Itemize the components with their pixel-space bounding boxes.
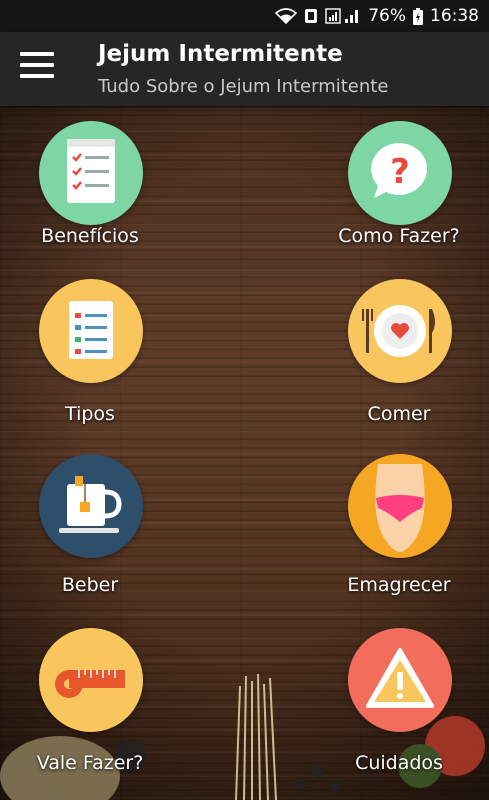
wifi-icon xyxy=(275,8,298,24)
menu-item-label: Comer xyxy=(367,403,431,425)
menu-item-label: Cuidados xyxy=(355,752,443,774)
hips-icon xyxy=(348,454,452,558)
measuring-tape-icon xyxy=(39,628,143,732)
menu-item-beneficios[interactable]: Benefícios xyxy=(5,121,175,271)
menu-item-tipos[interactable]: Tipos xyxy=(5,279,175,429)
status-bar: 76% 16:38 xyxy=(0,0,489,32)
menu-item-label: Emagrecer xyxy=(347,574,451,596)
plate-cutlery-icon xyxy=(348,279,452,383)
checklist-icon xyxy=(39,121,143,225)
signal-icon xyxy=(325,8,361,24)
hamburger-menu-icon[interactable] xyxy=(20,52,54,86)
app-title: Jejum Intermitente xyxy=(98,41,343,67)
tea-mug-icon xyxy=(39,454,143,558)
svg-text:?: ? xyxy=(390,152,410,192)
warning-icon xyxy=(348,628,452,732)
battery-percentage: 76% xyxy=(368,6,406,26)
menu-item-beber[interactable]: Beber xyxy=(5,454,175,604)
menu-item-label: Como Fazer? xyxy=(338,225,460,247)
clock: 16:38 xyxy=(430,6,479,26)
menu-item-emagrecer[interactable]: Emagrecer xyxy=(314,454,484,604)
app-subtitle: Tudo Sobre o Jejum Intermitente xyxy=(98,76,389,97)
app-bar: Jejum Intermitente Tudo Sobre o Jejum In… xyxy=(0,32,489,106)
menu-grid: Benefícios ? Como Fazer? Tipos Comer Beb… xyxy=(0,106,489,800)
document-list-icon xyxy=(39,279,143,383)
menu-item-vale-fazer[interactable]: Vale Fazer? xyxy=(5,628,175,778)
menu-item-como-fazer[interactable]: ? Como Fazer? xyxy=(314,121,484,271)
menu-item-label: Beber xyxy=(61,574,119,596)
menu-item-label: Benefícios xyxy=(41,225,139,247)
sync-icon xyxy=(304,8,318,24)
battery-icon xyxy=(413,7,423,25)
question-bubble-icon: ? xyxy=(348,121,452,225)
menu-item-comer[interactable]: Comer xyxy=(314,279,484,429)
menu-item-label: Tipos xyxy=(65,403,115,425)
menu-item-label: Vale Fazer? xyxy=(36,752,144,774)
menu-item-cuidados[interactable]: Cuidados xyxy=(314,628,484,778)
